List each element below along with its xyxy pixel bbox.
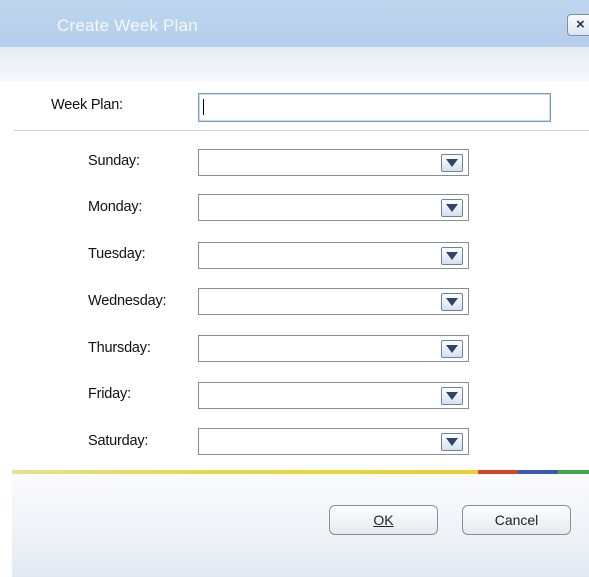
chevron-down-icon xyxy=(446,345,458,353)
chevron-down-icon xyxy=(446,204,458,212)
saturday-combo[interactable] xyxy=(198,428,469,455)
ok-button-label: OK xyxy=(373,512,394,528)
tuesday-combo[interactable] xyxy=(198,242,469,269)
week-plan-label: Week Plan: xyxy=(51,97,123,113)
monday-combo[interactable] xyxy=(198,194,469,221)
sunday-combo[interactable] xyxy=(198,149,469,176)
wednesday-dropdown-button[interactable] xyxy=(441,293,463,311)
friday-combo[interactable] xyxy=(198,382,469,409)
close-button[interactable]: × xyxy=(567,14,589,36)
title-bar: Create Week Plan × xyxy=(0,0,589,47)
chevron-down-icon xyxy=(446,159,458,167)
sunday-label: Sunday: xyxy=(88,153,140,169)
wednesday-label: Wednesday: xyxy=(88,293,167,309)
thursday-dropdown-button[interactable] xyxy=(441,340,463,358)
wednesday-combo[interactable] xyxy=(198,288,469,315)
cancel-button-label: Cancel xyxy=(494,512,539,528)
sunday-dropdown-button[interactable] xyxy=(441,154,463,172)
close-icon: × xyxy=(576,16,585,33)
header-band xyxy=(0,47,589,81)
chevron-down-icon xyxy=(446,438,458,446)
chevron-down-icon xyxy=(446,392,458,400)
monday-dropdown-button[interactable] xyxy=(441,199,463,217)
text-caret xyxy=(203,99,204,115)
ok-button[interactable]: OK xyxy=(329,505,438,535)
friday-label: Friday: xyxy=(88,386,131,402)
tuesday-dropdown-button[interactable] xyxy=(441,247,463,265)
separator-line xyxy=(14,130,589,131)
thursday-label: Thursday: xyxy=(88,340,151,356)
chevron-down-icon xyxy=(446,298,458,306)
saturday-label: Saturday: xyxy=(88,433,149,449)
friday-dropdown-button[interactable] xyxy=(441,387,463,405)
week-plan-input[interactable] xyxy=(198,93,551,122)
thursday-combo[interactable] xyxy=(198,335,469,362)
monday-label: Monday: xyxy=(88,199,143,215)
tuesday-label: Tuesday: xyxy=(88,246,146,262)
chevron-down-icon xyxy=(446,252,458,260)
saturday-dropdown-button[interactable] xyxy=(441,433,463,451)
cancel-button[interactable]: Cancel xyxy=(462,505,571,535)
dialog-title: Create Week Plan xyxy=(57,16,198,35)
create-week-plan-dialog: Create Week Plan × Week Plan: Sunday: Mo… xyxy=(0,0,589,577)
